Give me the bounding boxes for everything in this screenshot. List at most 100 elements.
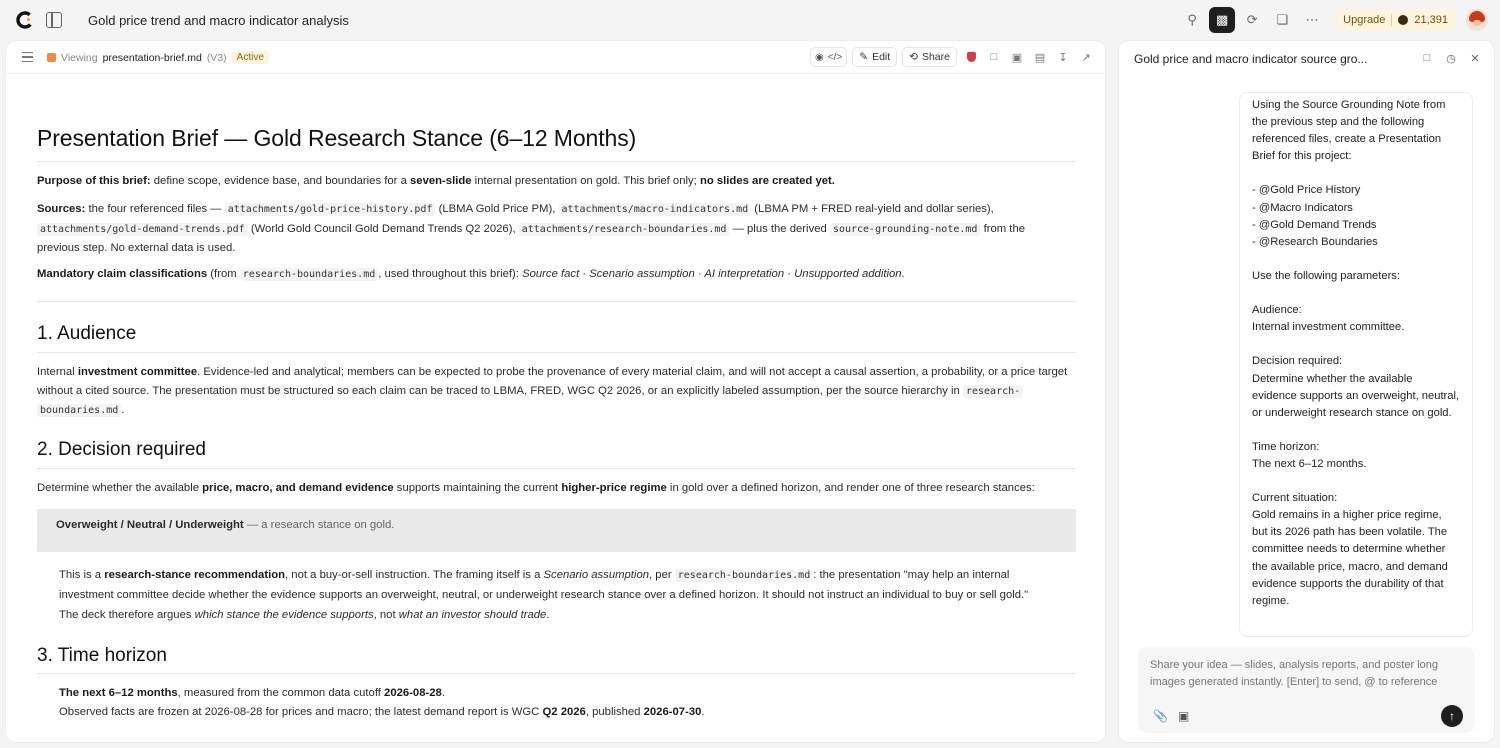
horizon-text: , measured from the common data cutoff (177, 687, 385, 699)
upgrade-button[interactable]: Upgrade 21,391 (1335, 9, 1456, 31)
new-chat-icon[interactable]: □ (1418, 49, 1436, 67)
framing-text: : the presentation "may help an internal (813, 569, 1010, 581)
boundaries-file-code: boundaries.md (37, 404, 122, 417)
status-badge: Active (231, 51, 269, 64)
share-button[interactable]: ⟲ Share (902, 47, 957, 67)
close-icon[interactable]: ✕ (1466, 49, 1484, 67)
boundaries-file-code: research-boundaries.md (239, 268, 379, 281)
source-file-code: source-grounding-note.md (829, 222, 981, 236)
file-version[interactable]: (V3) (207, 52, 227, 64)
horizon-text: . (441, 687, 445, 699)
preview-icon[interactable]: ❏ (1269, 7, 1295, 33)
horizon-bold: 2026-07-30 (643, 705, 702, 718)
image-upload-icon[interactable]: ▣ (1178, 709, 1189, 723)
download-icon[interactable]: ↧ (1054, 47, 1072, 67)
framing-text: , not a buy-or-sell instruction. The fra… (285, 569, 544, 581)
classifications-text: , used throughout this brief): (378, 268, 523, 280)
arrow-up-icon: ↑ (1449, 709, 1455, 723)
more-icon[interactable]: ⋯ (1299, 7, 1325, 33)
sidebar-toggle-icon[interactable] (46, 12, 62, 28)
purpose-label: Purpose of this brief: (37, 175, 151, 187)
framing-paragraph: This is a research-stance recommendation… (59, 566, 1076, 604)
share-icon: ⟲ (909, 51, 918, 63)
classification-list: Source fact · Scenario assumption · AI i… (522, 268, 902, 280)
horizon-text: . (701, 705, 705, 718)
pencil-icon: ✎ (859, 51, 869, 63)
decision-text: Determine whether the available (37, 482, 203, 494)
audience-text: . (121, 404, 125, 416)
purpose-bold-1: seven-slide (410, 175, 472, 187)
document-panel: Viewing presentation-brief.md (V3) Activ… (6, 41, 1105, 742)
boundaries-file-code: research-boundaries.md (674, 569, 814, 582)
boundaries-file-code: research- (962, 384, 1024, 398)
image-icon[interactable]: ▣ (1008, 47, 1026, 67)
audience-text: without a cited source. The presentation… (37, 384, 963, 397)
source-file-code: attachments/research-boundaries.md (518, 222, 730, 236)
sources-text: previous step. No external data is used. (37, 242, 236, 254)
app-logo-icon[interactable] (16, 11, 34, 29)
document-toolbar: Viewing presentation-brief.md (V3) Activ… (6, 41, 1105, 74)
chat-title: Gold price and macro indicator source gr… (1134, 52, 1368, 66)
credits-count: 21,391 (1414, 14, 1448, 26)
comment-icon[interactable]: □ (985, 47, 1003, 67)
view-mode-toggle[interactable]: ◉ </> (810, 47, 848, 67)
decision-paragraph: Determine whether the available price, m… (37, 479, 1076, 498)
divider (37, 161, 1076, 162)
eye-icon[interactable]: ◉ (815, 52, 824, 63)
sources-text: from the (980, 222, 1026, 235)
deck-text: , not (373, 609, 399, 621)
chat-composer: 📎 ▣ ↑ (1138, 647, 1475, 733)
purpose-paragraph: Purpose of this brief: define scope, evi… (37, 172, 1076, 191)
history-icon[interactable]: ◷ (1442, 49, 1460, 67)
decision-text: in gold over a defined horizon, and rend… (666, 482, 1035, 494)
divider (37, 301, 1076, 302)
audience-paragraph: Internal investment committee. Evidence-… (37, 363, 1076, 421)
file-name[interactable]: presentation-brief.md (103, 52, 202, 64)
horizon-text: , published (585, 705, 644, 718)
deck-italic: which stance the evidence supports (194, 609, 374, 621)
framing-bold: research-stance recommendation (104, 569, 286, 581)
framing-text: , per (649, 569, 675, 581)
framing-italic: Scenario assumption (543, 569, 650, 581)
divider (37, 352, 1076, 353)
horizon-bold: Q2 2026 (542, 705, 586, 718)
file-info: Viewing presentation-brief.md (V3) Activ… (47, 51, 269, 64)
purpose-text-1: define scope, evidence base, and boundar… (150, 175, 410, 187)
audience-bold: investment committee (77, 366, 198, 378)
edit-label: Edit (872, 51, 891, 63)
outline-icon[interactable] (22, 52, 33, 62)
search-icon[interactable]: ⚲ (1179, 7, 1205, 33)
top-bar: Gold price trend and macro indicator ana… (0, 0, 1500, 40)
layout-icon[interactable]: ▤ (1031, 47, 1049, 67)
shield-icon[interactable] (962, 47, 980, 67)
horizon-bold: 2026-08-28 (384, 687, 442, 699)
edit-button[interactable]: ✎ Edit (852, 47, 898, 67)
horizon-paragraph: The next 6–12 months, measured from the … (59, 684, 1076, 721)
purpose-bold-2: no slides are created yet. (699, 175, 835, 187)
send-button[interactable]: ↑ (1441, 705, 1463, 727)
stance-callout-text: Overweight / Neutral / Underweight — a r… (56, 519, 394, 531)
source-file-code: attachments/macro-indicators.md (558, 203, 752, 216)
attach-icon[interactable]: 📎 (1153, 709, 1168, 723)
share-nodes-icon[interactable]: ⟳ (1239, 7, 1265, 33)
project-title: Gold price trend and macro indicator ana… (88, 13, 349, 28)
sources-label: Sources: (37, 203, 86, 215)
chat-actions: □ ◷ ✕ (1418, 49, 1484, 67)
chat-input[interactable] (1150, 657, 1460, 695)
source-file-code: attachments/gold-price-history.pdf (224, 203, 436, 216)
expand-icon[interactable]: ↗ (1077, 47, 1095, 67)
divider (37, 468, 1076, 469)
decision-bold: higher-price regime (561, 482, 667, 494)
sources-text: (LBMA PM + FRED real-yield and dollar se… (751, 203, 994, 215)
code-icon[interactable]: </> (828, 52, 842, 63)
sources-text: the four referenced files — (85, 203, 225, 215)
classifications-label: Mandatory claim classifications (37, 268, 208, 280)
source-file-code: attachments/gold-demand-trends.pdf (37, 222, 248, 236)
chat-panel: Gold price and macro indicator source gr… (1119, 41, 1494, 742)
chat-icon[interactable]: ▩ (1209, 7, 1236, 33)
upgrade-label: Upgrade (1343, 14, 1386, 26)
framing-text: This is a (59, 569, 105, 581)
audience-text: . Evidence-led and analytical; members c… (197, 366, 1068, 378)
avatar[interactable] (1466, 9, 1488, 31)
horizon-bold: The next 6–12 months (59, 687, 178, 699)
